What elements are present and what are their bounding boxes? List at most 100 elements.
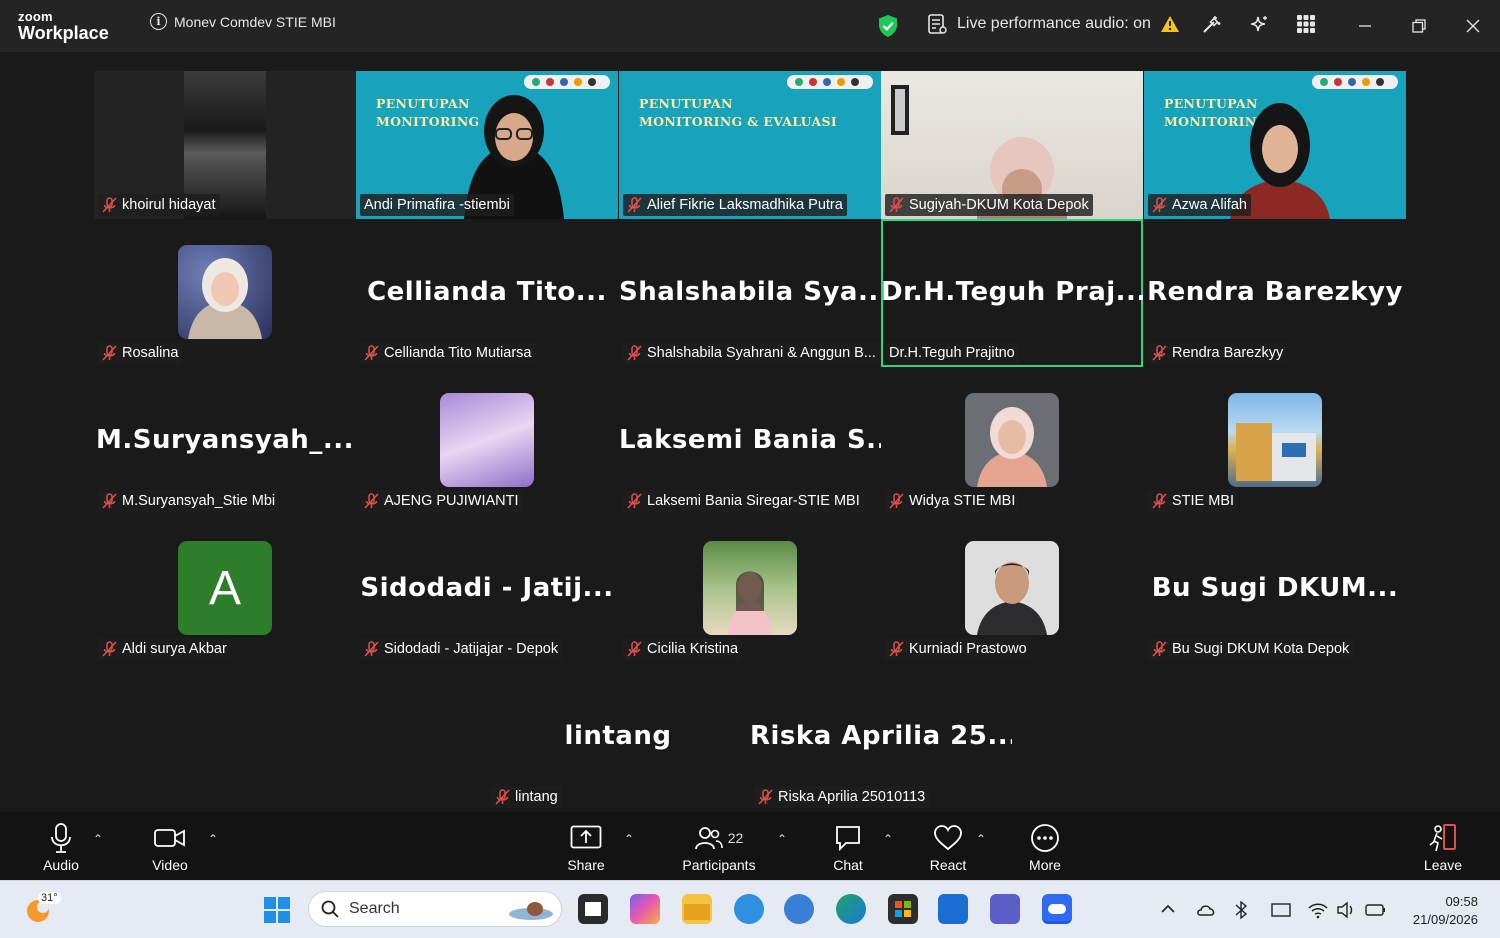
- participant-tile[interactable]: Sugiyah-DKUM Kota Depok: [881, 71, 1143, 219]
- participant-tile[interactable]: Riska Aprilia 25... Riska Aprilia 250101…: [750, 663, 1012, 811]
- taskbar-copilot[interactable]: [630, 894, 660, 924]
- participant-name-tag: Shalshabila Syahrani & Anggun B...: [623, 342, 880, 364]
- onedrive-icon[interactable]: [1196, 901, 1218, 919]
- taskbar-search[interactable]: Search: [308, 891, 562, 927]
- participant-name-tag: Bu Sugi DKUM Kota Depok: [1148, 638, 1354, 660]
- ai-sparkle-icon[interactable]: [1248, 14, 1270, 36]
- participants-icon: [694, 827, 723, 850]
- participant-tile[interactable]: Shalshabila Sya... Shalshabila Syahrani …: [619, 219, 881, 367]
- taskbar-edge[interactable]: [836, 894, 866, 924]
- participant-tile[interactable]: PENUTUPAN MONITORING Azwa Alifah: [1144, 71, 1406, 219]
- participant-tile[interactable]: Cicilia Kristina: [619, 515, 881, 663]
- participants-button[interactable]: 22 Participants: [674, 822, 764, 873]
- taskbar-outlook[interactable]: [938, 894, 968, 924]
- participant-tile[interactable]: Kurniadi Prastowo: [881, 515, 1143, 663]
- react-button[interactable]: React: [903, 822, 993, 873]
- participant-name-tag: Dr.H.Teguh Prajitno: [885, 342, 1019, 364]
- avatar-photo: [728, 571, 772, 635]
- share-button[interactable]: Share: [541, 822, 631, 873]
- weather-widget[interactable]: 31°: [24, 892, 61, 930]
- participant-tile[interactable]: Bu Sugi DKUM... Bu Sugi DKUM Kota Depok: [1144, 515, 1406, 663]
- video-button[interactable]: Video: [125, 822, 215, 873]
- taskbar-app-beta[interactable]: [784, 894, 814, 924]
- participant-name: Alief Fikrie Laksmadhika Putra: [647, 197, 843, 213]
- apps-grid-icon[interactable]: [1296, 14, 1316, 34]
- participant-tile[interactable]: Rendra Barezkyy Rendra Barezkyy: [1144, 219, 1406, 367]
- taskbar-file-explorer[interactable]: [682, 894, 712, 924]
- wifi-icon[interactable]: [1308, 901, 1328, 919]
- participant-tile[interactable]: Rosalina: [94, 219, 356, 367]
- audio-button[interactable]: Audio: [16, 822, 106, 873]
- muted-mic-icon: [627, 493, 642, 509]
- muted-mic-icon: [627, 197, 642, 213]
- participant-name-tag: lintang: [491, 786, 562, 808]
- shield-icon[interactable]: [877, 14, 899, 38]
- participant-tile[interactable]: Cellianda Tito... Cellianda Tito Mutiars…: [356, 219, 618, 367]
- volume-icon[interactable]: [1336, 901, 1356, 919]
- participant-tile[interactable]: lintang lintang: [487, 663, 749, 811]
- active-speaker-tile[interactable]: Dr.H.Teguh Praj... Dr.H.Teguh Prajitno: [881, 219, 1143, 367]
- taskbar-teams[interactable]: [990, 894, 1020, 924]
- more-button[interactable]: More: [1000, 822, 1090, 873]
- participant-avatar: [703, 541, 797, 635]
- video-label: Video: [152, 857, 188, 873]
- live-audio-status[interactable]: Live performance audio: on: [926, 13, 1180, 35]
- participant-avatar: [1228, 393, 1322, 487]
- muted-mic-icon: [102, 197, 117, 213]
- audio-options-caret[interactable]: ⌃: [93, 832, 103, 846]
- meeting-info[interactable]: i Monev Comdev STIE MBI: [150, 13, 336, 30]
- participant-avatar: [965, 393, 1059, 487]
- muted-mic-icon: [889, 493, 904, 509]
- bluetooth-icon[interactable]: [1232, 901, 1256, 919]
- chat-options-caret[interactable]: ⌃: [883, 832, 893, 846]
- participant-name: lintang: [515, 789, 558, 805]
- participant-tile[interactable]: AJENG PUJIWIANTI: [356, 367, 618, 515]
- magic-wand-icon[interactable]: [1200, 14, 1222, 36]
- avatar-photo: [977, 407, 1047, 487]
- tray-chevron-up-icon[interactable]: [1160, 901, 1176, 917]
- react-options-caret[interactable]: ⌃: [976, 832, 986, 846]
- participant-name: Rosalina: [122, 345, 179, 361]
- muted-mic-icon: [102, 641, 117, 657]
- taskbar-help[interactable]: [734, 894, 764, 924]
- participant-name: Dr.H.Teguh Prajitno: [889, 345, 1015, 361]
- info-icon[interactable]: i: [150, 13, 167, 30]
- display-icon[interactable]: [1270, 901, 1292, 919]
- taskbar-zoom[interactable]: [1042, 894, 1072, 924]
- more-label: More: [1029, 857, 1061, 873]
- participant-name-tag: Azwa Alifah: [1148, 194, 1251, 216]
- participant-display-name: Riska Aprilia 25...: [750, 721, 1012, 751]
- participant-tile[interactable]: Sidodadi - Jatij... Sidodadi - Jatijajar…: [356, 515, 618, 663]
- chat-button[interactable]: Chat: [803, 822, 893, 873]
- video-options-caret[interactable]: ⌃: [208, 832, 218, 846]
- participant-tile[interactable]: M.Suryansyah_... M.Suryansyah_Stie Mbi: [94, 367, 356, 515]
- participant-tile[interactable]: Widya STIE MBI: [881, 367, 1143, 515]
- participant-tile[interactable]: A Aldi surya Akbar: [94, 515, 356, 663]
- participant-tile[interactable]: PENUTUPAN MONITORING & EVALUASI Alief Fi…: [619, 71, 881, 219]
- restore-icon: [1412, 19, 1426, 33]
- taskbar-store[interactable]: [888, 894, 918, 924]
- leave-button[interactable]: Leave: [1398, 822, 1488, 873]
- muted-mic-icon: [627, 345, 642, 361]
- participant-name-tag: Sugiyah-DKUM Kota Depok: [885, 194, 1093, 216]
- avatar-initial: A: [208, 561, 241, 615]
- share-options-caret[interactable]: ⌃: [624, 832, 634, 846]
- taskbar-task-view[interactable]: [578, 894, 608, 924]
- minimize-button[interactable]: [1350, 12, 1380, 40]
- system-clock[interactable]: 09:58 21/09/2026: [1413, 893, 1478, 929]
- meeting-controls: Audio ⌃ Video ⌃ Share ⌃ 22 Participants …: [0, 812, 1500, 880]
- participant-tile[interactable]: PENUTUPAN MONITORING & Andi Primafira -s…: [356, 71, 618, 219]
- close-button[interactable]: [1458, 12, 1488, 40]
- participants-options-caret[interactable]: ⌃: [777, 832, 787, 846]
- start-button[interactable]: [262, 895, 292, 925]
- search-highlight-icon: [509, 902, 553, 920]
- muted-mic-icon: [364, 345, 379, 361]
- participant-display-name: Cellianda Tito...: [367, 277, 607, 307]
- battery-icon[interactable]: [1364, 901, 1388, 919]
- participant-tile[interactable]: khoirul hidayat: [94, 71, 356, 219]
- restore-button[interactable]: [1404, 12, 1434, 40]
- more-dots-icon: [1031, 824, 1059, 852]
- participant-tile[interactable]: Laksemi Bania S... Laksemi Bania Siregar…: [619, 367, 881, 515]
- participant-tile[interactable]: STIE MBI: [1144, 367, 1406, 515]
- participant-avatar: [965, 541, 1059, 635]
